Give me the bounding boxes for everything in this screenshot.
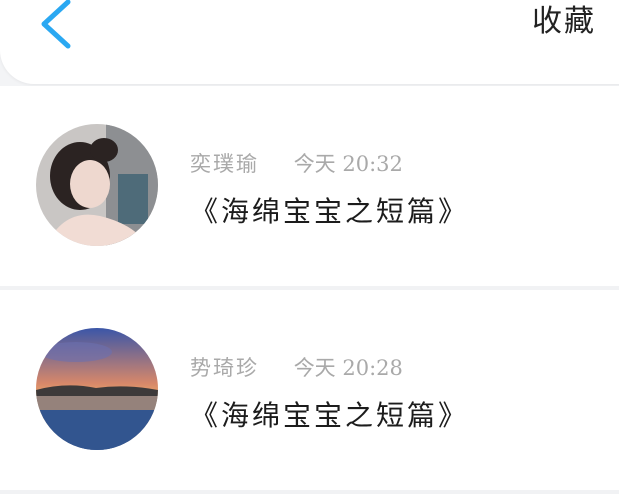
back-button[interactable] [34,0,78,50]
item-title: 《海绵宝宝之短篇》 [190,399,470,432]
avatar[interactable] [36,328,158,450]
item-meta: 势琦珍 今天 20:28 [190,352,403,382]
chevron-left-icon [41,0,71,49]
portrait-avatar [36,124,158,246]
item-meta: 奕璞瑜 今天 20:32 [190,148,403,178]
timestamp: 今天 20:28 [293,356,403,380]
avatar[interactable] [36,124,158,246]
sunset-lake-avatar [36,328,158,450]
list-item[interactable]: 奕璞瑜 今天 20:32 《海绵宝宝之短篇》 [0,86,619,290]
list-item[interactable]: 势琦珍 今天 20:28 《海绵宝宝之短篇》 [0,290,619,494]
item-title: 《海绵宝宝之短篇》 [190,195,470,228]
author-name: 奕璞瑜 [190,152,259,176]
page-title: 收藏 [532,4,596,39]
top-bar: 收藏 [0,0,619,84]
timestamp: 今天 20:32 [293,152,403,176]
favorites-list: 奕璞瑜 今天 20:32 《海绵宝宝之短篇》 势琦珍 今天 20:28 《海绵宝… [0,86,619,494]
author-name: 势琦珍 [190,356,259,380]
